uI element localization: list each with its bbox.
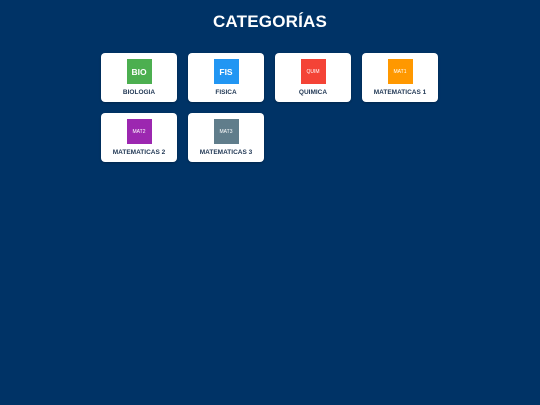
- category-card-matematicas-1[interactable]: MAT1 MATEMATICAS 1: [362, 53, 438, 102]
- category-label: MATEMATICAS 3: [199, 149, 253, 156]
- category-card-fisica[interactable]: FIS FISICA: [188, 53, 264, 102]
- page-title: CATEGORÍAS: [212, 12, 328, 31]
- matematicas-3-icon: MAT3: [213, 119, 239, 144]
- category-card-biologia[interactable]: BIO BIOLOGIA: [101, 53, 177, 102]
- matematicas-2-icon: MAT2: [126, 119, 152, 144]
- category-card-matematicas-2[interactable]: MAT2 MATEMATICAS 2: [101, 113, 177, 162]
- category-label: QUIMICA: [298, 89, 328, 96]
- category-label: MATEMATICAS 2: [112, 149, 166, 156]
- matematicas-1-icon: MAT1: [387, 59, 413, 84]
- category-label: FISICA: [215, 89, 237, 96]
- category-card-matematicas-3[interactable]: MAT3 MATEMATICAS 3: [188, 113, 264, 162]
- quimica-icon: QUIM: [300, 59, 326, 84]
- category-label: BIOLOGIA: [122, 89, 156, 96]
- fisica-icon: FIS: [213, 59, 239, 84]
- category-card-quimica[interactable]: QUIM QUIMICA: [275, 53, 351, 102]
- category-grid: BIO BIOLOGIA FIS FISICA QUIM QUIMICA MAT…: [101, 53, 439, 162]
- category-label: MATEMATICAS 1: [373, 89, 427, 96]
- biologia-icon: BIO: [126, 59, 152, 84]
